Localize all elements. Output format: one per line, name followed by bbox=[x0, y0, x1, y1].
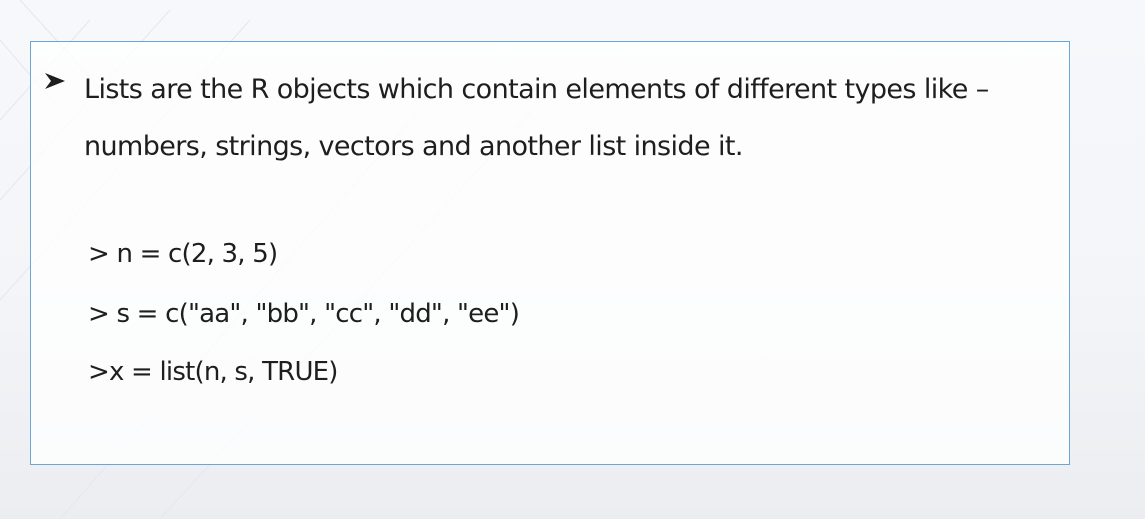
code-line: > n = c(2, 3, 5) bbox=[88, 239, 278, 269]
code-line: >x = list(n, s, TRUE) bbox=[88, 357, 338, 387]
arrow-bullet-icon bbox=[45, 73, 65, 89]
bullet-text: Lists are the R objects which contain el… bbox=[84, 74, 989, 162]
content-box: Lists are the R objects which contain el… bbox=[30, 41, 1070, 465]
code-line: > s = c("aa", "bb", "cc", "dd", "ee") bbox=[88, 299, 520, 329]
